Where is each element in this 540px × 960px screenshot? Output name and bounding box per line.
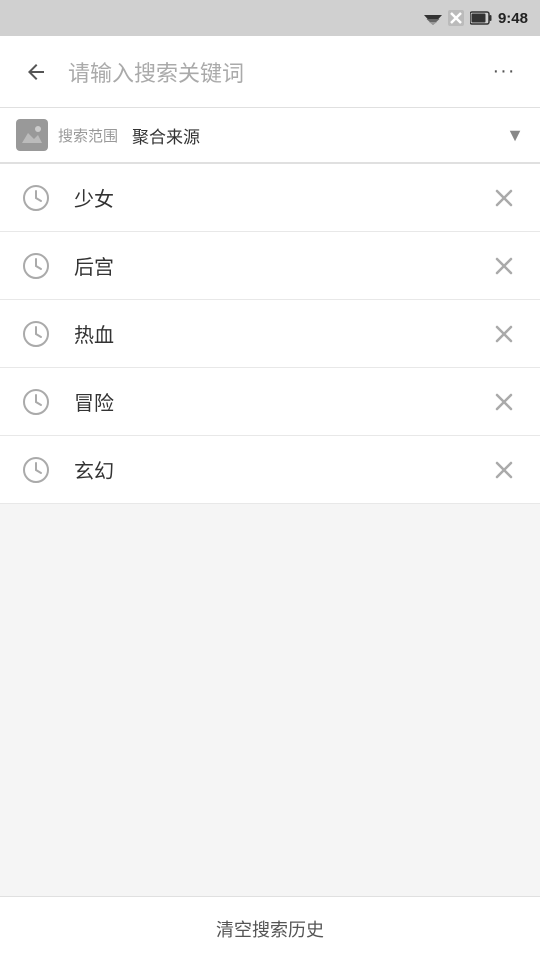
- close-icon: [494, 256, 514, 276]
- back-button[interactable]: [16, 52, 56, 92]
- filter-scope-icon: [16, 119, 48, 151]
- close-icon: [494, 460, 514, 480]
- page: 9:48 请输入搜索关键词 ··· 搜索范围 聚合来源 ▼: [0, 0, 540, 960]
- history-item-text[interactable]: 冒险: [74, 387, 486, 416]
- history-clock-icon: [18, 316, 54, 352]
- close-icon: [494, 392, 514, 412]
- history-item-text[interactable]: 热血: [74, 319, 486, 348]
- history-clock-icon: [18, 248, 54, 284]
- top-bar: 请输入搜索关键词 ···: [0, 36, 540, 108]
- scope-label: 搜索范围: [58, 125, 118, 146]
- history-clock-icon: [18, 384, 54, 420]
- delete-item-button[interactable]: [486, 384, 522, 420]
- history-clock-icon: [18, 180, 54, 216]
- clock-icon: [22, 388, 50, 416]
- delete-item-button[interactable]: [486, 316, 522, 352]
- history-item-text[interactable]: 少女: [74, 183, 486, 212]
- more-button[interactable]: ···: [484, 52, 524, 92]
- list-item: 冒险: [0, 368, 540, 436]
- search-placeholder-text[interactable]: 请输入搜索关键词: [56, 56, 484, 88]
- clear-history-button[interactable]: 清空搜索历史: [216, 916, 324, 942]
- mountain-image-icon: [18, 121, 46, 149]
- list-item: 少女: [0, 164, 540, 232]
- history-item-text[interactable]: 玄幻: [74, 455, 486, 484]
- list-item: 玄幻: [0, 436, 540, 504]
- clock-icon: [22, 456, 50, 484]
- list-item: 热血: [0, 300, 540, 368]
- back-icon: [24, 60, 48, 84]
- clock-icon: [22, 320, 50, 348]
- wifi-icon: [424, 11, 442, 25]
- chevron-down-icon[interactable]: ▼: [506, 125, 524, 146]
- delete-item-button[interactable]: [486, 248, 522, 284]
- list-item: 后宫: [0, 232, 540, 300]
- delete-item-button[interactable]: [486, 180, 522, 216]
- status-icons: 9:48: [424, 10, 528, 27]
- clock-icon: [22, 252, 50, 280]
- history-clock-icon: [18, 452, 54, 488]
- history-list: 少女 后宫: [0, 164, 540, 504]
- filter-row: 搜索范围 聚合来源 ▼: [0, 108, 540, 164]
- close-icon: [494, 324, 514, 344]
- clock-icon: [22, 184, 50, 212]
- source-label[interactable]: 聚合来源: [132, 123, 200, 148]
- empty-content-area: [0, 504, 540, 960]
- status-bar: 9:48: [0, 0, 540, 36]
- delete-item-button[interactable]: [486, 452, 522, 488]
- status-time: 9:48: [498, 10, 528, 27]
- history-item-text[interactable]: 后宫: [74, 251, 486, 280]
- battery-icon: [470, 11, 492, 25]
- bottom-bar: 清空搜索历史: [0, 896, 540, 960]
- signal-icon: [448, 10, 464, 26]
- close-icon: [494, 188, 514, 208]
